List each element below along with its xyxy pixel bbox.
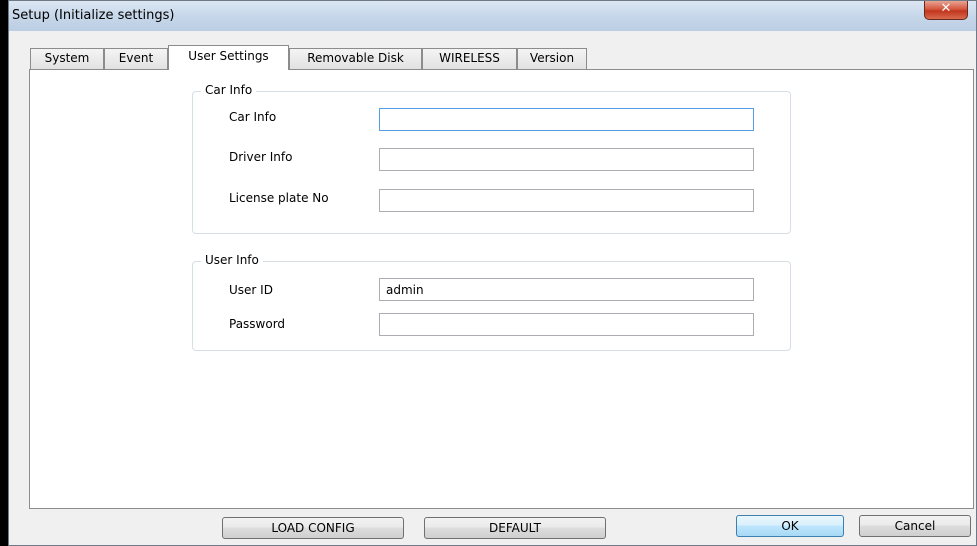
title-bar[interactable]: Setup (Initialize settings) ✕ <box>9 1 976 31</box>
user-id-label: User ID <box>229 283 273 297</box>
tab-label: Version <box>529 51 575 65</box>
tab-version[interactable]: Version <box>517 48 587 69</box>
password-input[interactable] <box>379 313 754 336</box>
license-plate-input[interactable] <box>379 189 754 212</box>
load-config-button[interactable]: LOAD CONFIG <box>222 517 404 539</box>
setup-window: Setup (Initialize settings) ✕ System Eve… <box>8 0 977 546</box>
button-label: LOAD CONFIG <box>271 521 355 535</box>
user-id-input[interactable] <box>379 278 754 301</box>
tab-label: WIRELESS <box>439 51 500 65</box>
tab-system[interactable]: System <box>30 48 104 69</box>
car-info-input[interactable] <box>379 108 754 131</box>
license-plate-label: License plate No <box>229 191 329 205</box>
tab-wireless[interactable]: WIRELESS <box>422 48 517 69</box>
default-button[interactable]: DEFAULT <box>424 517 606 539</box>
button-label: DEFAULT <box>489 521 541 535</box>
user-settings-panel: Car Info Car Info Driver Info License pl… <box>29 69 974 509</box>
tab-label: System <box>44 51 90 65</box>
driver-info-input[interactable] <box>379 148 754 171</box>
user-info-group: User Info User ID Password <box>192 253 791 351</box>
tab-label: Event <box>118 51 154 65</box>
cancel-button[interactable]: Cancel <box>859 515 971 537</box>
button-label: Cancel <box>894 519 936 533</box>
window-title: Setup (Initialize settings) <box>12 8 175 23</box>
tab-label: User Settings <box>188 49 269 63</box>
driver-info-label: Driver Info <box>229 150 293 164</box>
user-info-group-title: User Info <box>201 253 263 267</box>
car-info-group: Car Info Car Info Driver Info License pl… <box>192 83 791 234</box>
tab-user-settings[interactable]: User Settings <box>168 45 289 70</box>
close-icon: ✕ <box>940 1 952 16</box>
client-area: System Event User Settings Removable Dis… <box>9 31 976 545</box>
ok-button[interactable]: OK <box>736 515 844 537</box>
tab-removable-disk[interactable]: Removable Disk <box>289 48 422 69</box>
car-info-group-title: Car Info <box>201 83 257 97</box>
car-info-label: Car Info <box>229 110 277 124</box>
tab-label: Removable Disk <box>307 51 404 65</box>
password-label: Password <box>229 317 286 331</box>
close-button[interactable]: ✕ <box>924 1 968 20</box>
button-label: OK <box>781 519 799 533</box>
tab-event[interactable]: Event <box>104 48 168 69</box>
